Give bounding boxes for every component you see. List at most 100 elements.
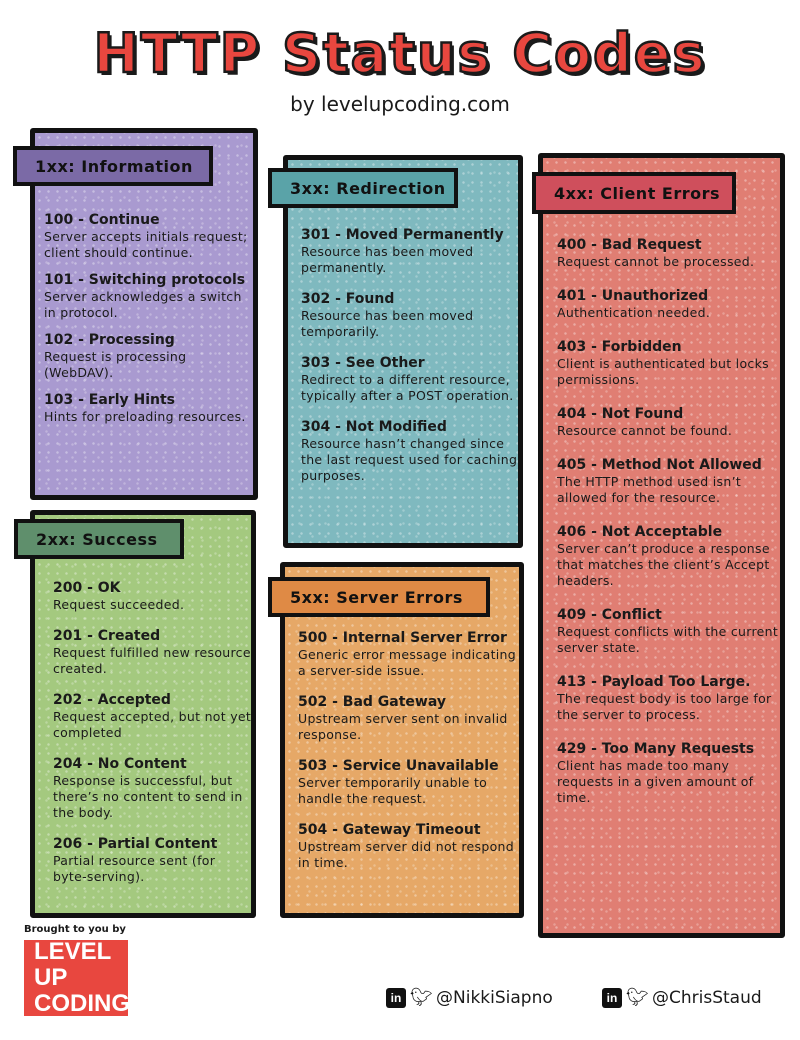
redirect-header: 3xx: Redirection bbox=[268, 168, 458, 208]
status-description: Redirect to a different resource, typica… bbox=[301, 372, 514, 403]
status-item: 404 - Not Found Resource cannot be found. bbox=[557, 405, 779, 439]
status-code: 400 - Bad Request bbox=[557, 237, 702, 253]
client-error-panel: 400 - Bad Request Request cannot be proce… bbox=[538, 153, 785, 938]
status-description: Server accepts initials request; client … bbox=[44, 229, 248, 260]
status-item: 103 - Early Hints Hints for preloading re… bbox=[44, 391, 254, 425]
status-item: 503 - Service Unavailable Server temporar… bbox=[298, 757, 524, 807]
status-description: Resource has been moved temporarily. bbox=[301, 308, 474, 339]
status-description: Upstream server did not respond in time. bbox=[298, 839, 514, 870]
status-description: Request is processing (WebDAV). bbox=[44, 349, 187, 380]
status-description: Server temporarily unable to handle the … bbox=[298, 775, 488, 806]
status-item: 204 - No Content Response is successful, … bbox=[53, 755, 253, 821]
status-description: Request succeeded. bbox=[53, 597, 185, 612]
status-code: 302 - Found bbox=[301, 291, 395, 307]
status-description: The HTTP method used isn’t allowed for t… bbox=[557, 474, 742, 505]
status-code: 429 - Too Many Requests bbox=[557, 741, 755, 757]
page-title: HTTP Status Codes bbox=[92, 21, 707, 87]
status-description: Request fulfilled new resource created. bbox=[53, 645, 251, 676]
status-item: 101 - Switching protocols Server acknowle… bbox=[44, 271, 254, 321]
status-code: 401 - Unauthorized bbox=[557, 288, 709, 304]
status-description: Resource has been moved permanently. bbox=[301, 244, 474, 275]
status-description: Resource hasn’t changed since the last r… bbox=[301, 436, 518, 483]
status-item: 202 - Accepted Request accepted, but not … bbox=[53, 691, 253, 741]
status-code: 301 - Moved Permanently bbox=[301, 227, 504, 243]
status-description: Partial resource sent (for byte-serving)… bbox=[53, 853, 216, 884]
status-code: 206 - Partial Content bbox=[53, 836, 218, 852]
status-description: Hints for preloading resources. bbox=[44, 409, 246, 424]
status-description: Upstream server sent on invalid response… bbox=[298, 711, 508, 742]
status-code: 304 - Not Modified bbox=[301, 419, 447, 435]
page-subtitle: by levelupcoding.com bbox=[290, 92, 510, 116]
status-description: Resource cannot be found. bbox=[557, 423, 733, 438]
level-up-coding-logo: LEVEL UP CODING bbox=[24, 938, 130, 1017]
twitter-icon[interactable]: 🐦︎ bbox=[626, 988, 649, 1008]
status-code: 303 - See Other bbox=[301, 355, 425, 371]
status-description: Generic error message indicating a serve… bbox=[298, 647, 516, 678]
redirect-panel: 301 - Moved Permanently Resource has been… bbox=[283, 155, 523, 548]
linkedin-icon[interactable]: in bbox=[602, 988, 622, 1008]
status-item: 303 - See Other Redirect to a different r… bbox=[301, 354, 521, 404]
status-code: 204 - No Content bbox=[53, 756, 187, 772]
status-item: 304 - Not Modified Resource hasn’t change… bbox=[301, 418, 521, 484]
linkedin-icon[interactable]: in bbox=[386, 988, 406, 1008]
status-item: 200 - OK Request succeeded. bbox=[53, 579, 253, 613]
status-code: 413 - Payload Too Large. bbox=[557, 674, 751, 690]
client-error-header: 4xx: Client Errors bbox=[532, 172, 736, 214]
status-description: Client is authenticated but locks permis… bbox=[557, 356, 769, 387]
brought-to-you-label: Brought to you by bbox=[24, 924, 126, 935]
status-code: 405 - Method Not Allowed bbox=[557, 457, 762, 473]
status-item: 201 - Created Request fulfilled new resou… bbox=[53, 627, 253, 677]
server-error-list: 500 - Internal Server Error Generic error… bbox=[298, 629, 524, 885]
status-item: 403 - Forbidden Client is authenticated b… bbox=[557, 338, 779, 388]
status-code: 101 - Switching protocols bbox=[44, 272, 246, 288]
status-item: 406 - Not Acceptable Server can’t produce… bbox=[557, 523, 779, 589]
status-item: 504 - Gateway Timeout Upstream server did… bbox=[298, 821, 524, 871]
status-item: 102 - Processing Request is processing (W… bbox=[44, 331, 254, 381]
status-description: The request body is too large for the se… bbox=[557, 691, 772, 722]
social-handle[interactable]: @NikkiSiapno bbox=[436, 988, 553, 1008]
status-item: 100 - Continue Server accepts initials re… bbox=[44, 211, 254, 261]
success-panel: 200 - OK Request succeeded. 201 - Created R… bbox=[30, 510, 256, 918]
status-code: 202 - Accepted bbox=[53, 692, 171, 708]
status-code: 409 - Conflict bbox=[557, 607, 662, 623]
status-code: 201 - Created bbox=[53, 628, 161, 644]
status-code: 103 - Early Hints bbox=[44, 392, 176, 408]
status-item: 502 - Bad Gateway Upstream server sent on… bbox=[298, 693, 524, 743]
success-list: 200 - OK Request succeeded. 201 - Created R… bbox=[53, 579, 253, 899]
social-nikki[interactable]: in 🐦︎ @NikkiSiapno bbox=[386, 988, 553, 1008]
status-description: Server acknowledges a switch in protocol… bbox=[44, 289, 242, 320]
twitter-icon[interactable]: 🐦︎ bbox=[410, 988, 433, 1008]
status-item: 429 - Too Many Requests Client has made t… bbox=[557, 740, 779, 806]
status-description: Request cannot be processed. bbox=[557, 254, 755, 269]
status-code: 500 - Internal Server Error bbox=[298, 630, 507, 646]
status-code: 100 - Continue bbox=[44, 212, 160, 228]
status-description: Client has made too many requests in a g… bbox=[557, 758, 754, 805]
status-item: 206 - Partial Content Partial resource se… bbox=[53, 835, 253, 885]
status-code: 503 - Service Unavailable bbox=[298, 758, 499, 774]
status-code: 403 - Forbidden bbox=[557, 339, 682, 355]
redirect-list: 301 - Moved Permanently Resource has been… bbox=[301, 226, 521, 498]
status-description: Request conflicts with the current serve… bbox=[557, 624, 779, 655]
social-chris[interactable]: in 🐦︎ @ChrisStaud bbox=[602, 988, 762, 1008]
status-description: Authentication needed. bbox=[557, 305, 711, 320]
info-header: 1xx: Information bbox=[13, 146, 213, 186]
status-description: Request accepted, but not yet completed bbox=[53, 709, 252, 740]
info-list: 100 - Continue Server accepts initials re… bbox=[44, 211, 254, 435]
status-description: Server can’t produce a response that mat… bbox=[557, 541, 770, 588]
social-handle[interactable]: @ChrisStaud bbox=[652, 988, 762, 1008]
status-code: 404 - Not Found bbox=[557, 406, 684, 422]
success-header: 2xx: Success bbox=[14, 519, 184, 559]
status-code: 502 - Bad Gateway bbox=[298, 694, 446, 710]
status-code: 200 - OK bbox=[53, 580, 121, 596]
status-item: 401 - Unauthorized Authentication needed. bbox=[557, 287, 779, 321]
logo-line-1: LEVEL UP bbox=[34, 938, 111, 991]
client-error-list: 400 - Bad Request Request cannot be proce… bbox=[557, 236, 779, 823]
status-item: 409 - Conflict Request conflicts with the… bbox=[557, 606, 779, 656]
status-item: 405 - Method Not Allowed The HTTP method … bbox=[557, 456, 779, 506]
status-item: 413 - Payload Too Large. The request body… bbox=[557, 673, 779, 723]
status-code: 102 - Processing bbox=[44, 332, 175, 348]
server-error-header: 5xx: Server Errors bbox=[268, 577, 490, 617]
status-description: Response is successful, but there’s no c… bbox=[53, 773, 243, 820]
status-item: 302 - Found Resource has been moved tempo… bbox=[301, 290, 521, 340]
status-code: 504 - Gateway Timeout bbox=[298, 822, 481, 838]
